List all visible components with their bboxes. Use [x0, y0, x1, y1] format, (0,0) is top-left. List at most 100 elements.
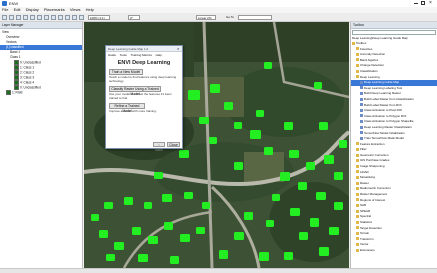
toolbox-item-label: Toolbox [356, 41, 367, 45]
folder-icon [356, 248, 359, 252]
annotation-icon[interactable] [79, 15, 84, 20]
dialog-titlebar: Deep Learning Guide Map 1.0 × [106, 46, 182, 52]
pan-icon[interactable] [37, 15, 42, 20]
dialog-heading: ENVI Deep Learning [117, 60, 171, 66]
close-button[interactable]: Close [167, 142, 180, 147]
dialog-menu-tools[interactable]: Tools [120, 53, 127, 57]
toolbox-item-label: Radiometric Correction [360, 186, 391, 191]
building-mask [264, 62, 272, 69]
building-mask [99, 230, 108, 238]
building-mask [319, 247, 329, 256]
main-toolbar: 100% (1:1) 0° Linear 2% Go To [0, 13, 437, 22]
layer-tree-label: [1] classified [6, 45, 24, 49]
building-mask [148, 236, 158, 244]
building-mask [114, 242, 124, 250]
tool-icon [360, 114, 363, 118]
envi-logo-icon [2, 1, 7, 6]
toolbox-item-label: Deep Learning [360, 74, 380, 79]
status-bar [0, 268, 437, 273]
save-icon[interactable] [9, 15, 14, 20]
goto-input[interactable] [238, 15, 272, 20]
toolbox-tree: Toolbox Favorites Anomaly Detection Band Al… [351, 41, 437, 254]
folder-icon [356, 243, 359, 247]
layer-tree-label: View [2, 30, 9, 34]
toolbox-item-label: Mosaicking [360, 175, 376, 180]
title-bar: ENVI × [0, 0, 437, 7]
minimize-icon[interactable] [414, 3, 418, 4]
building-mask [324, 155, 334, 164]
stretch-select[interactable]: Linear 2% [196, 15, 216, 20]
toolbox-item-label: Geometric Correction [360, 152, 389, 157]
rotation-select[interactable]: 0° [128, 15, 140, 20]
tool-icon [360, 125, 363, 129]
toolbox-item-label: Target Detection [360, 225, 382, 230]
toolbox-item-label: Spectral [360, 214, 372, 219]
toolbox-item-label: LiDAR [360, 169, 369, 174]
toolbox-item-label: SAR [360, 203, 367, 208]
toolbox-folder-item[interactable]: Extensions [351, 248, 437, 254]
building-mask [256, 110, 264, 117]
building-mask [162, 194, 172, 202]
layer-manager-header: Layer Manager [0, 22, 82, 29]
layer-tree-label: 1: Class 1 [20, 65, 35, 70]
dialog-menu-training-metrics[interactable]: Training Metrics [131, 53, 152, 57]
rotate-icon[interactable] [51, 15, 56, 20]
layer-visibility-checkbox[interactable] [6, 90, 11, 95]
folder-icon [356, 52, 359, 56]
building-mask [106, 254, 115, 261]
fly-icon[interactable] [58, 15, 63, 20]
dialog-menu-guide[interactable]: Guide [108, 53, 116, 57]
close-icon[interactable]: × [429, 0, 432, 7]
folder-icon [356, 64, 359, 68]
folder-icon [356, 175, 359, 179]
toolbox-header: Toolbox [351, 22, 437, 29]
zoom-select[interactable]: 100% (1:1) [88, 15, 110, 20]
building-mask [259, 252, 269, 261]
toolbox-item-label: Class Activation to Polygon ROI [364, 113, 407, 118]
toolbox-item-label: Band Algebra [360, 57, 379, 62]
layer-tree-label: 1: RGB [12, 90, 23, 95]
toolbox-item-label: Change Detection [360, 63, 385, 68]
dialog-close-icon[interactable]: × [177, 46, 179, 52]
toolbox-item-label: Deep Learning Labeling Tool [364, 85, 403, 90]
open-icon[interactable] [2, 15, 7, 20]
roi-icon[interactable] [65, 15, 70, 20]
building-mask [234, 162, 243, 170]
building-mask [104, 202, 113, 209]
building-mask [154, 172, 163, 179]
building-mask [334, 172, 343, 180]
vector-icon[interactable] [72, 15, 77, 20]
toolbox-item-label: Classification [360, 68, 378, 73]
building-mask [284, 122, 293, 130]
building-mask [91, 214, 99, 221]
tool-icon [360, 136, 363, 140]
select-icon[interactable] [30, 15, 35, 20]
toolbox-item-label: TensorFlow Model Initialization [364, 130, 405, 135]
tool-icon [360, 86, 363, 90]
layer-manager-icon[interactable] [23, 15, 28, 20]
train-description: Teach a model to find features using dee… [109, 75, 177, 83]
data-manager-icon[interactable] [16, 15, 21, 20]
layer-tree-label: Band 1 [10, 50, 21, 54]
toolbox-item-label: Favorites [360, 46, 373, 51]
deep-learning-guide-dialog: Deep Learning Guide Map 1.0 × Guide Tool… [105, 45, 183, 152]
toolbox-search-input[interactable] [352, 30, 436, 35]
layer-tree-label: 4: Class 4 [20, 80, 35, 85]
building-mask [266, 220, 274, 227]
building-mask [244, 212, 253, 220]
layer-tree-item[interactable]: 1: RGB [0, 90, 82, 95]
building-mask [224, 102, 233, 110]
folder-icon [356, 75, 359, 79]
layer-tree-label: Overview [6, 35, 20, 39]
toolbox-panel: Toolbox Deep Learning\Deep Learning Guid… [350, 22, 437, 268]
building-mask [334, 202, 343, 210]
layer-tree-label: 2: Class 2 [20, 70, 35, 75]
maximize-icon[interactable] [421, 1, 425, 5]
layer-tree-label: Vectors [6, 40, 17, 44]
folder-icon [356, 58, 359, 62]
building-mask [272, 194, 280, 201]
back-button[interactable]: < Back [153, 142, 165, 152]
dialog-menu-help[interactable]: Help [156, 53, 162, 57]
zoom-icon[interactable] [44, 15, 49, 20]
building-mask [202, 202, 210, 209]
